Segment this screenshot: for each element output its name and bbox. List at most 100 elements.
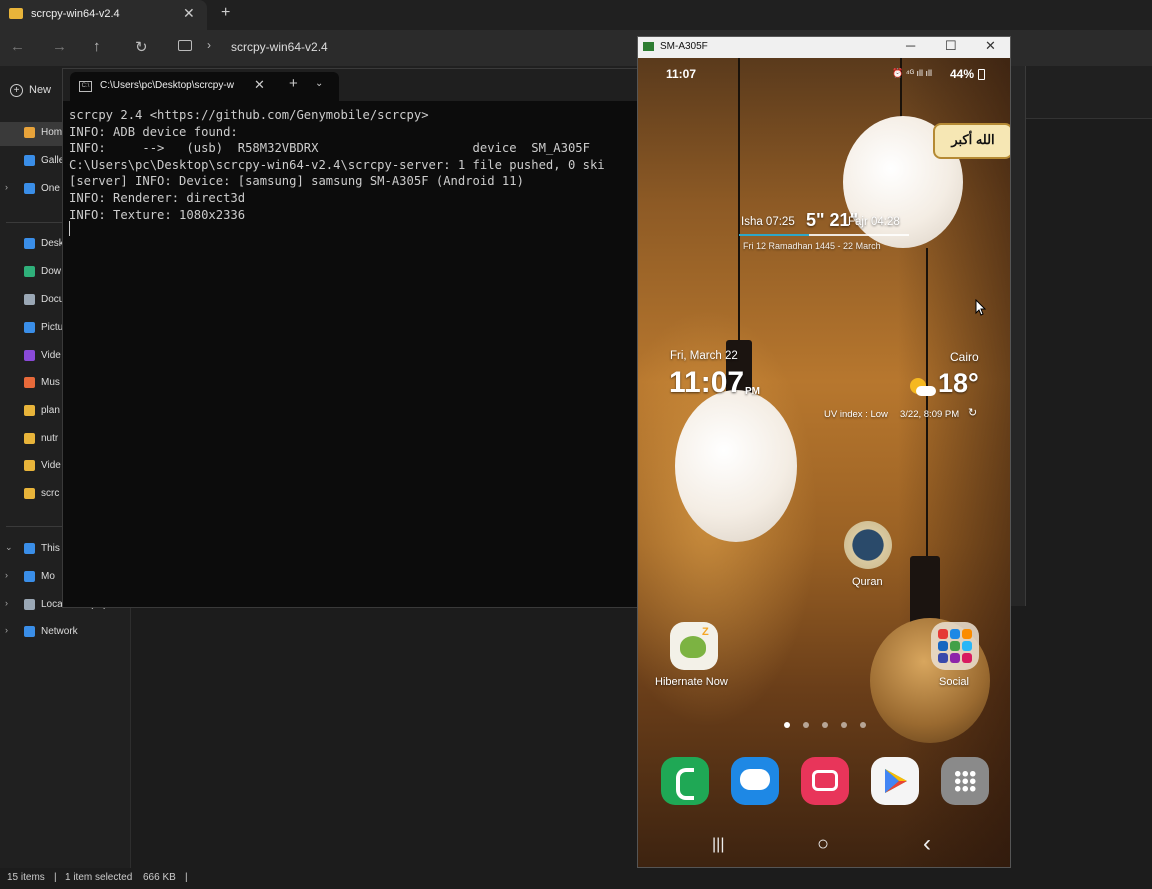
expand-chevron-icon[interactable]: ⌄ xyxy=(5,542,13,553)
folder-icon xyxy=(24,460,35,471)
light-bulb xyxy=(675,390,797,542)
mini-app-icon xyxy=(938,653,948,663)
new-button[interactable]: + New xyxy=(10,84,51,97)
close-tab-icon[interactable]: ✕ xyxy=(183,5,195,22)
page-dot[interactable] xyxy=(803,722,809,728)
messages-app-icon[interactable] xyxy=(731,757,779,805)
sidebar-item-label: Mus xyxy=(41,377,60,388)
close-button[interactable]: ✕ xyxy=(985,38,996,54)
terminal-line: scrcpy 2.4 <https://github.com/Genymobil… xyxy=(69,108,429,122)
minimize-button[interactable]: ─ xyxy=(906,38,915,53)
terminal-tab-title: C:\Users\pc\Desktop\scrcpy-w xyxy=(100,80,234,91)
new-terminal-tab-button[interactable]: + xyxy=(289,75,298,92)
mini-app-icon xyxy=(950,629,960,639)
battery-level: 44% xyxy=(950,67,975,81)
chevron-down-icon[interactable]: ⌄ xyxy=(315,78,323,89)
home-icon xyxy=(24,127,35,138)
clock-time[interactable]: 11:07 xyxy=(669,366,744,400)
close-tab-icon[interactable]: ✕ xyxy=(254,77,265,93)
sidebar-item-label: Hom xyxy=(41,127,63,138)
quran-icon[interactable] xyxy=(844,521,892,569)
chat-bubble-glyph xyxy=(740,769,770,790)
bulb-wire xyxy=(738,58,740,348)
phone-app-icon[interactable] xyxy=(661,757,709,805)
back-nav-button[interactable]: ‹ xyxy=(923,830,931,858)
page-dot-active[interactable] xyxy=(784,722,790,728)
disk-icon xyxy=(24,599,35,610)
scrcpy-window[interactable]: SM-A305F ─ ☐ ✕ 11:07 ⏰ ⁴ᴳ ıll ıll 44% ال… xyxy=(637,36,1011,868)
terminal-line: INFO: Texture: 1080x2336 xyxy=(69,207,246,222)
handset-glyph xyxy=(676,768,694,800)
up-button[interactable]: ↑ xyxy=(93,38,101,55)
explorer-tab[interactable]: scrcpy-win64-v2.4 ✕ xyxy=(0,0,207,30)
phone-device-icon xyxy=(24,571,35,582)
terminal-line: [server] INFO: Device: [samsung] samsung… xyxy=(69,174,524,189)
status-bar: 15 items | 1 item selected 666 KB | xyxy=(0,868,1152,889)
camera-app-icon[interactable] xyxy=(801,757,849,805)
refresh-icon[interactable]: ↻ xyxy=(968,406,977,419)
weather-updated: 3/22, 8:09 PM xyxy=(900,409,960,420)
home-button[interactable]: ○ xyxy=(817,833,829,856)
terminal-output[interactable]: scrcpy 2.4 <https://github.com/Genymobil… xyxy=(69,107,637,597)
sidebar-item-label: Dow xyxy=(41,266,62,277)
prayer-progress-fill xyxy=(739,234,809,236)
app-drawer-icon[interactable] xyxy=(941,757,989,805)
bulb-socket xyxy=(910,556,940,626)
breadcrumb[interactable]: scrcpy-win64-v2.4 xyxy=(231,40,328,54)
mini-app-icon xyxy=(950,641,960,651)
play-store-icon[interactable] xyxy=(871,757,919,805)
zz-icon: Z xyxy=(702,626,709,638)
mini-app-icon xyxy=(962,653,972,663)
isha-time: Isha 07:25 xyxy=(741,216,795,228)
item-count: 15 items xyxy=(7,872,45,883)
page-dot[interactable] xyxy=(822,722,828,728)
back-button[interactable]: ← xyxy=(10,38,25,55)
page-dot[interactable] xyxy=(860,722,866,728)
download-icon xyxy=(24,266,35,277)
page-dot[interactable] xyxy=(841,722,847,728)
folder-icon xyxy=(24,405,35,416)
sidebar-item-label: Docu xyxy=(41,294,65,305)
terminal-line: INFO: Renderer: direct3d xyxy=(69,190,246,205)
sidebar-item-label: One xyxy=(41,183,60,194)
weather-temp[interactable]: 18° xyxy=(938,368,979,399)
mini-app-icon xyxy=(962,629,972,639)
fajr-time: Fajr 04:28 xyxy=(848,216,900,228)
uv-index: UV index : Low xyxy=(824,409,888,420)
new-tab-button[interactable]: + xyxy=(221,4,230,22)
app-label-hibernate: Hibernate Now xyxy=(655,676,728,688)
grid-glyph xyxy=(954,770,976,792)
hibernate-icon[interactable]: Z xyxy=(670,622,718,670)
sidebar-item-network[interactable]: › Network xyxy=(0,621,128,645)
play-triangle-glyph xyxy=(885,769,907,793)
terminal-tab[interactable]: C:\ C:\Users\pc\Desktop\scrcpy-w ✕ xyxy=(70,72,339,101)
expand-chevron-icon[interactable]: › xyxy=(5,598,8,608)
expand-chevron-icon[interactable]: › xyxy=(5,570,8,580)
takbir-badge[interactable]: الله أكبر xyxy=(933,123,1010,159)
mini-app-icon xyxy=(962,641,972,651)
explorer-content-edge xyxy=(1010,66,1026,606)
mouse-pointer-icon xyxy=(975,299,987,316)
expand-chevron-icon[interactable]: › xyxy=(5,625,8,635)
status-icons: ⏰ ⁴ᴳ ıll ıll xyxy=(892,68,933,78)
status-time: 11:07 xyxy=(666,67,697,81)
network-icon xyxy=(24,626,35,637)
terminal-window[interactable]: C:\ C:\Users\pc\Desktop\scrcpy-w ✕ + ⌄ s… xyxy=(62,68,640,608)
phone-screen[interactable]: 11:07 ⏰ ⁴ᴳ ıll ıll 44% الله أكبر Isha 07… xyxy=(638,58,1010,867)
address-bar[interactable]: › scrcpy-win64-v2.4 xyxy=(170,38,640,58)
folder-icon xyxy=(9,8,23,19)
app-label-quran: Quran xyxy=(852,576,883,588)
refresh-button[interactable]: ↻ xyxy=(135,38,148,56)
expand-chevron-icon[interactable]: › xyxy=(5,182,8,192)
mini-app-icon xyxy=(938,641,948,651)
status-separator: | xyxy=(54,872,57,883)
gallery-icon xyxy=(24,155,35,166)
social-folder-icon[interactable] xyxy=(931,622,979,670)
recents-button[interactable]: ||| xyxy=(712,836,724,854)
clock-date: Fri, March 22 xyxy=(670,350,738,362)
music-icon xyxy=(24,377,35,388)
sidebar-item-label: Pictu xyxy=(41,322,64,333)
forward-button[interactable]: → xyxy=(52,38,67,55)
maximize-button[interactable]: ☐ xyxy=(945,38,957,54)
window-title-bar[interactable]: SM-A305F ─ ☐ ✕ xyxy=(638,37,1010,58)
